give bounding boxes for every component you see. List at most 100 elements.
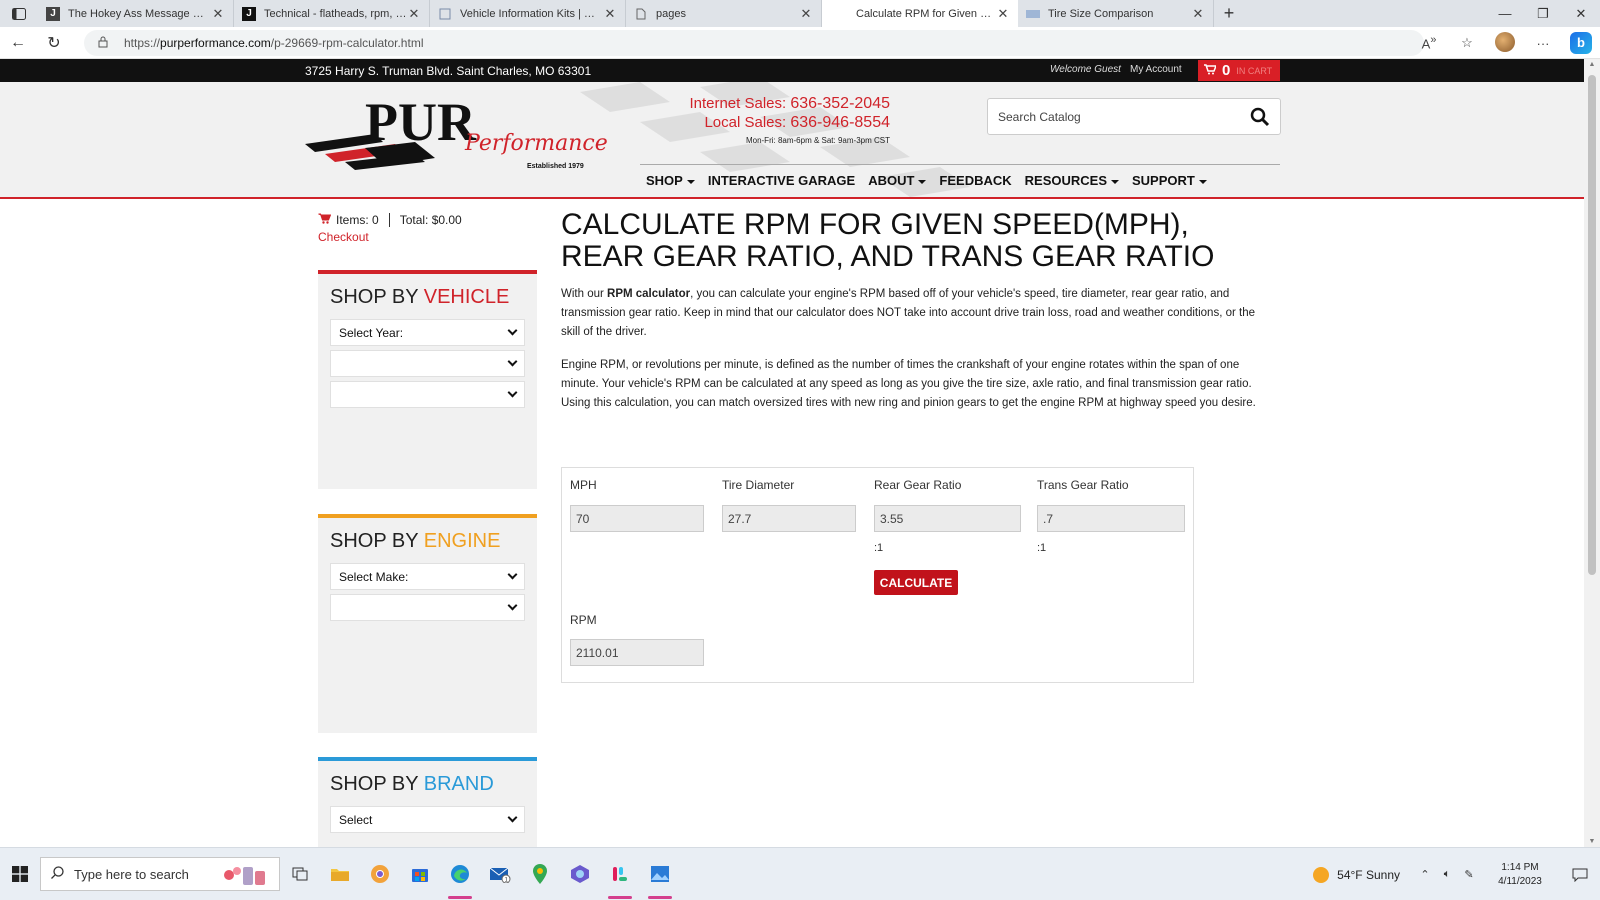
bing-chat-icon[interactable]: b — [1562, 32, 1600, 54]
pen-icon[interactable]: ✎ — [1458, 868, 1480, 881]
internet-sales-phone[interactable]: 636-352-2045 — [790, 95, 890, 112]
select-make-dropdown[interactable] — [330, 350, 525, 377]
cart-button[interactable]: 0 IN CART — [1198, 60, 1280, 81]
chevron-down-icon — [507, 812, 518, 823]
mail-icon[interactable]: 1 — [480, 848, 520, 900]
profile-avatar[interactable] — [1486, 31, 1524, 55]
browser-tab-3[interactable]: Vehicle Information Kits | GM He ✕ — [430, 0, 626, 27]
tab-close-icon[interactable]: ✕ — [603, 6, 617, 22]
slack-app-icon[interactable] — [600, 848, 640, 900]
taskbar-search-input[interactable]: Type here to search — [40, 857, 280, 891]
tire-diameter-label: Tire Diameter — [722, 478, 795, 492]
browser-tab-1[interactable]: J The Hokey Ass Message Board | ✕ — [38, 0, 234, 27]
notifications-icon[interactable] — [1560, 868, 1600, 882]
pur-performance-logo[interactable]: PUR Performance Established 1979 — [305, 96, 625, 176]
new-tab-icon[interactable]: + — [1214, 0, 1244, 27]
checkout-link[interactable]: Checkout — [318, 230, 462, 244]
engine-make-dropdown[interactable]: Select Make: — [330, 563, 525, 590]
weather-widget[interactable]: 54°F Sunny — [1313, 866, 1400, 883]
photos-app-icon[interactable] — [640, 848, 680, 900]
calculate-button[interactable]: CALCULATE — [874, 570, 958, 595]
tab-title: Technical - flatheads, rpm, torque — [264, 7, 407, 20]
chevron-down-icon — [507, 569, 518, 580]
nav-feedback[interactable]: FEEDBACK — [939, 173, 1011, 188]
page-scrollbar[interactable]: ▲ ▼ — [1584, 59, 1600, 847]
header-divider — [640, 164, 1280, 165]
copilot-app-icon[interactable] — [560, 848, 600, 900]
divider — [388, 213, 390, 227]
shop-by-vehicle-panel: SHOP BY VEHICLE Select Year: — [318, 270, 537, 489]
tab-actions-icon[interactable] — [0, 0, 38, 27]
nav-support[interactable]: SUPPORT — [1132, 173, 1207, 188]
nav-shop[interactable]: SHOP — [646, 173, 695, 188]
search-icon[interactable] — [1240, 107, 1280, 127]
nav-interactive-garage[interactable]: INTERACTIVE GARAGE — [708, 173, 855, 188]
panel-heading: SHOP BY BRAND — [330, 773, 494, 795]
shop-by-brand-panel: SHOP BY BRAND Select — [318, 757, 537, 847]
tab-close-icon[interactable]: ✕ — [407, 6, 421, 22]
url-field[interactable]: https://purperformance.com/p-29669-rpm-c… — [84, 30, 1424, 56]
favorites-icon[interactable]: ☆ — [1448, 35, 1486, 51]
file-explorer-icon[interactable] — [320, 848, 360, 900]
trans-gear-ratio-input[interactable]: .7 — [1037, 505, 1185, 532]
chevron-down-icon — [507, 387, 518, 398]
page-viewport: 3725 Harry S. Truman Blvd. Saint Charles… — [0, 59, 1584, 847]
tab-title: Calculate RPM for Given Speed(M — [856, 7, 996, 20]
scroll-down-icon[interactable]: ▼ — [1584, 838, 1600, 845]
browser-tab-5-active[interactable]: Calculate RPM for Given Speed(M ✕ — [822, 0, 1018, 27]
maps-icon[interactable] — [520, 848, 560, 900]
lock-icon — [98, 36, 112, 51]
system-clock[interactable]: 1:14 PM 4/11/2023 — [1480, 861, 1560, 889]
tab-close-icon[interactable]: ✕ — [211, 6, 225, 22]
windows-start-icon[interactable] — [0, 848, 40, 900]
svg-text:PUR: PUR — [365, 96, 477, 152]
cart-total: Total: $0.00 — [399, 213, 462, 227]
read-aloud-icon[interactable]: A» — [1410, 34, 1448, 51]
window-close-icon[interactable]: ✕ — [1562, 0, 1600, 27]
rear-gear-ratio-input[interactable]: 3.55 — [874, 505, 1021, 532]
restore-icon[interactable]: ❐ — [1524, 0, 1562, 27]
nav-resources[interactable]: RESOURCES — [1025, 173, 1119, 188]
tab-close-icon[interactable]: ✕ — [996, 6, 1010, 22]
refresh-icon[interactable]: ↻ — [36, 33, 72, 53]
select-year-dropdown[interactable]: Select Year: — [330, 319, 525, 346]
browser-tab-2[interactable]: J Technical - flatheads, rpm, torque ✕ — [234, 0, 430, 27]
back-icon[interactable]: ← — [0, 34, 36, 52]
edge-browser-icon[interactable] — [440, 848, 480, 900]
mph-input[interactable]: 70 — [570, 505, 704, 532]
in-cart-label: IN CART — [1236, 65, 1273, 76]
local-sales: Local Sales: 636-946-8554 — [704, 114, 890, 131]
main-nav: SHOP INTERACTIVE GARAGE ABOUT FEEDBACK R… — [646, 173, 1207, 188]
engine-model-dropdown[interactable] — [330, 594, 525, 621]
sun-icon — [1313, 866, 1330, 883]
brand-dropdown[interactable]: Select — [330, 806, 525, 833]
microsoft-store-icon[interactable] — [400, 848, 440, 900]
task-view-icon[interactable] — [280, 848, 320, 900]
speaker-icon[interactable]: 🔈︎ — [1436, 868, 1458, 881]
store-hours: Mon-Fri: 8am-6pm & Sat: 9am-3pm CST — [745, 136, 890, 145]
chrome-canary-icon[interactable] — [360, 848, 400, 900]
chevron-down-icon — [507, 325, 518, 336]
jalopy-favicon-icon: J — [46, 6, 60, 21]
my-account-link[interactable]: My Account — [1130, 64, 1182, 75]
scroll-up-icon[interactable]: ▲ — [1584, 61, 1600, 68]
tab-close-icon[interactable]: ✕ — [1191, 6, 1205, 22]
more-menu-icon[interactable]: ··· — [1524, 36, 1562, 51]
tab-close-icon[interactable]: ✕ — [799, 6, 813, 22]
nav-about[interactable]: ABOUT — [868, 173, 927, 188]
scrollbar-thumb[interactable] — [1588, 75, 1596, 575]
browser-tab-6[interactable]: Tire Size Comparison ✕ — [1018, 0, 1214, 27]
tab-title: The Hokey Ass Message Board | — [68, 7, 211, 20]
tire-diameter-input[interactable]: 27.7 — [722, 505, 856, 532]
local-sales-phone[interactable]: 636-946-8554 — [790, 114, 890, 131]
active-app-indicator — [448, 895, 472, 899]
rpm-definition-paragraph: Engine RPM, or revolutions per minute, i… — [561, 359, 1256, 409]
chevron-up-icon[interactable]: ⌃ — [1414, 868, 1436, 881]
phone-block: Internet Sales: 636-352-2045 Local Sales… — [640, 94, 890, 145]
minimize-icon[interactable]: — — [1486, 0, 1524, 27]
catalog-search-input[interactable]: Search Catalog — [987, 98, 1281, 135]
select-model-dropdown[interactable] — [330, 381, 525, 408]
cart-icon — [318, 213, 332, 227]
browser-tab-4[interactable]: pages ✕ — [626, 0, 822, 27]
caret-down-icon — [918, 179, 927, 184]
